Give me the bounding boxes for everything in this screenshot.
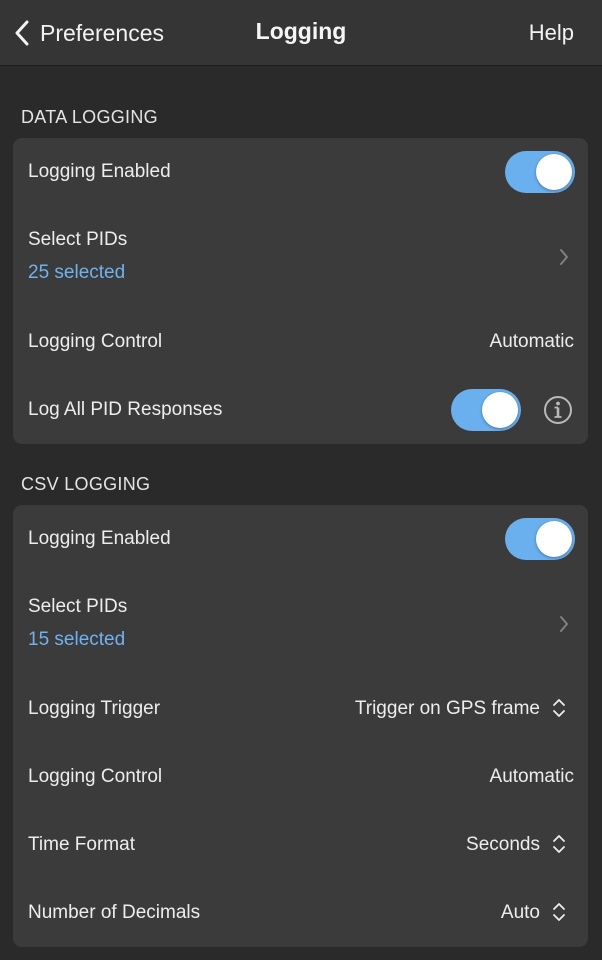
log-all-pid-responses-label: Log All PID Responses [28, 399, 223, 420]
csv-logging-control-row[interactable]: Logging Control Automatic [13, 743, 588, 811]
chevron-right-icon [560, 616, 568, 632]
csv-logging-control-label: Logging Control [28, 766, 163, 787]
csv-select-pids-count: 15 selected [28, 629, 126, 650]
csv-logging-control-value: Automatic [489, 766, 574, 787]
help-button[interactable]: Help [529, 20, 574, 46]
back-button[interactable]: Preferences [14, 14, 164, 52]
data-logging-control-row[interactable]: Logging Control Automatic [13, 308, 588, 376]
toggle-knob [536, 154, 572, 190]
back-button-label: Preferences [40, 19, 165, 46]
data-select-pids-count: 25 selected [28, 262, 126, 283]
log-all-pid-responses-row: Log All PID Responses [13, 376, 588, 444]
csv-logging-enabled-toggle[interactable] [505, 518, 575, 560]
csv-time-format-row[interactable]: Time Format Seconds [13, 811, 588, 879]
chevron-right-icon [560, 249, 568, 265]
log-all-pid-responses-toggle[interactable] [451, 389, 521, 431]
toggle-knob [536, 521, 572, 557]
data-logging-enabled-label: Logging Enabled [28, 161, 171, 182]
csv-time-format-value: Seconds [466, 834, 540, 855]
csv-select-pids-label: Select PIDs [28, 596, 128, 617]
info-circle-icon[interactable] [543, 395, 573, 425]
navigation-bar: Preferences Logging Help [0, 0, 602, 66]
csv-decimals-value: Auto [500, 902, 540, 923]
csv-logging-card: Logging Enabled Select PIDs 15 selected … [13, 505, 588, 947]
csv-logging-trigger-row[interactable]: Logging Trigger Trigger on GPS frame [13, 675, 588, 743]
toggle-knob [482, 392, 518, 428]
csv-logging-trigger-value: Trigger on GPS frame [354, 698, 540, 719]
data-logging-control-label: Logging Control [28, 331, 163, 352]
data-logging-enabled-row: Logging Enabled [13, 138, 588, 206]
csv-select-pids-row[interactable]: Select PIDs 15 selected [13, 573, 588, 675]
up-down-chevron-icon [553, 835, 565, 853]
csv-decimals-row[interactable]: Number of Decimals Auto [13, 879, 588, 947]
csv-logging-enabled-row: Logging Enabled [13, 505, 588, 573]
csv-time-format-label: Time Format [28, 834, 135, 855]
data-logging-control-value: Automatic [489, 331, 574, 352]
csv-logging-trigger-label: Logging Trigger [28, 698, 161, 719]
up-down-chevron-icon [553, 903, 565, 921]
csv-logging-enabled-label: Logging Enabled [28, 528, 171, 549]
data-logging-select-pids-row[interactable]: Select PIDs 25 selected [13, 206, 588, 308]
data-logging-enabled-toggle[interactable] [505, 151, 575, 193]
data-logging-section-header: DATA LOGGING [21, 107, 158, 127]
data-logging-card: Logging Enabled Select PIDs 25 selected … [13, 138, 588, 444]
chevron-left-icon [15, 20, 29, 46]
csv-logging-section-header: CSV LOGGING [21, 474, 151, 494]
data-select-pids-label: Select PIDs [28, 229, 128, 250]
up-down-chevron-icon [553, 699, 565, 717]
csv-decimals-label: Number of Decimals [28, 902, 201, 923]
